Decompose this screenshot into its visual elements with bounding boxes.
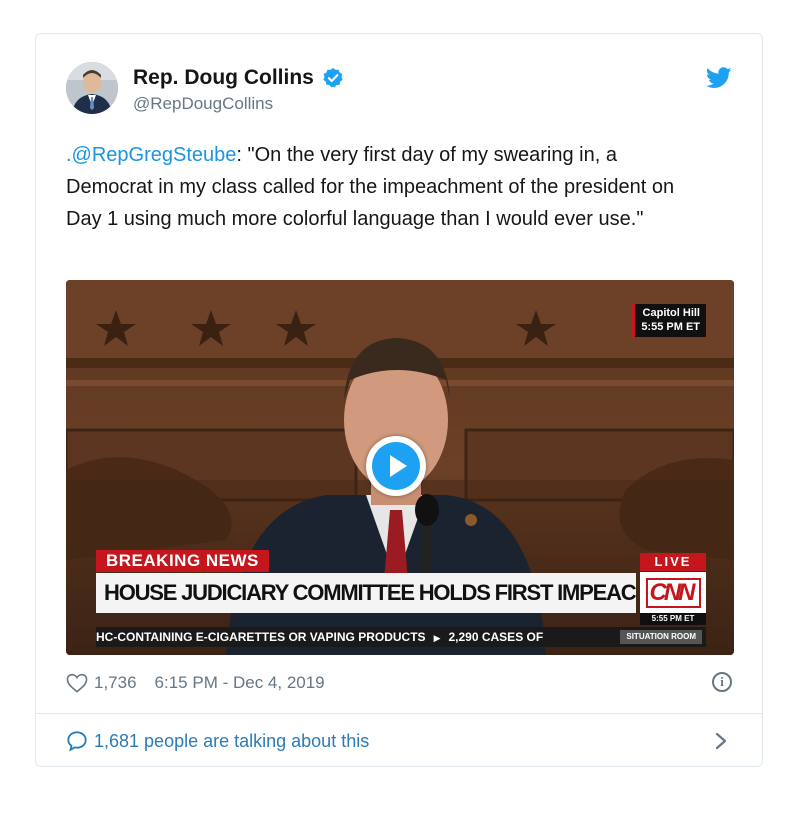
author-handle[interactable]: @RepDougCollins	[133, 94, 273, 114]
divider	[36, 713, 762, 714]
play-button[interactable]	[366, 436, 426, 496]
news-ticker: HC-CONTAINING E-CIGARETTES OR VAPING PRO…	[96, 627, 706, 647]
ticker-right: 2,290 CASES OF	[448, 630, 544, 644]
chevron-right-icon[interactable]	[714, 731, 728, 751]
ticker-left: HC-CONTAINING E-CIGARETTES OR VAPING PRO…	[96, 630, 426, 644]
speech-bubble-icon	[67, 731, 87, 752]
cnn-logo: CNN	[640, 572, 706, 613]
tweet-timestamp[interactable]: 6:15 PM - Dec 4, 2019	[155, 673, 325, 693]
show-name: SITUATION ROOM	[620, 630, 702, 644]
like-count[interactable]: 1,736	[94, 673, 137, 693]
twitter-bird-icon[interactable]	[706, 66, 732, 90]
breaking-news-banner: BREAKING NEWS	[96, 550, 269, 572]
location-time: 5:55 PM ET	[641, 321, 700, 333]
author-name-row[interactable]: Rep. Doug Collins	[133, 66, 344, 90]
tweet-text: .@RepGregSteube: "On the very first day …	[66, 139, 706, 235]
play-icon	[372, 442, 420, 490]
author-name[interactable]: Rep. Doug Collins	[133, 66, 314, 90]
heart-icon[interactable]	[66, 673, 88, 693]
conversation-link[interactable]: 1,681 people are talking about this	[66, 728, 369, 754]
live-badge: LIVE	[640, 553, 706, 571]
location-bug: Capitol Hill 5:55 PM ET	[632, 304, 706, 337]
network-logo-text: CNN	[645, 577, 701, 608]
talking-count-text[interactable]: 1,681 people are talking about this	[94, 731, 369, 752]
chyron-headline: HOUSE JUDICIARY COMMITTEE HOLDS FIRST IM…	[96, 573, 636, 613]
network-time: 5:55 PM ET	[640, 613, 706, 625]
embedded-tweet-card: Rep. Doug Collins @RepDougCollins .@RepG…	[35, 33, 763, 767]
avatar[interactable]	[66, 62, 118, 114]
mention-link[interactable]: .@RepGregSteube	[66, 144, 236, 166]
video-player[interactable]: Capitol Hill 5:55 PM ET BREAKING NEWS HO…	[66, 280, 734, 655]
location-label: Capitol Hill	[642, 307, 700, 319]
verified-badge-icon	[323, 67, 343, 88]
ticker-separator-icon: ▶	[433, 633, 441, 643]
tweet-meta: 1,736 6:15 PM - Dec 4, 2019	[66, 671, 325, 695]
info-icon[interactable]: i	[712, 672, 732, 692]
